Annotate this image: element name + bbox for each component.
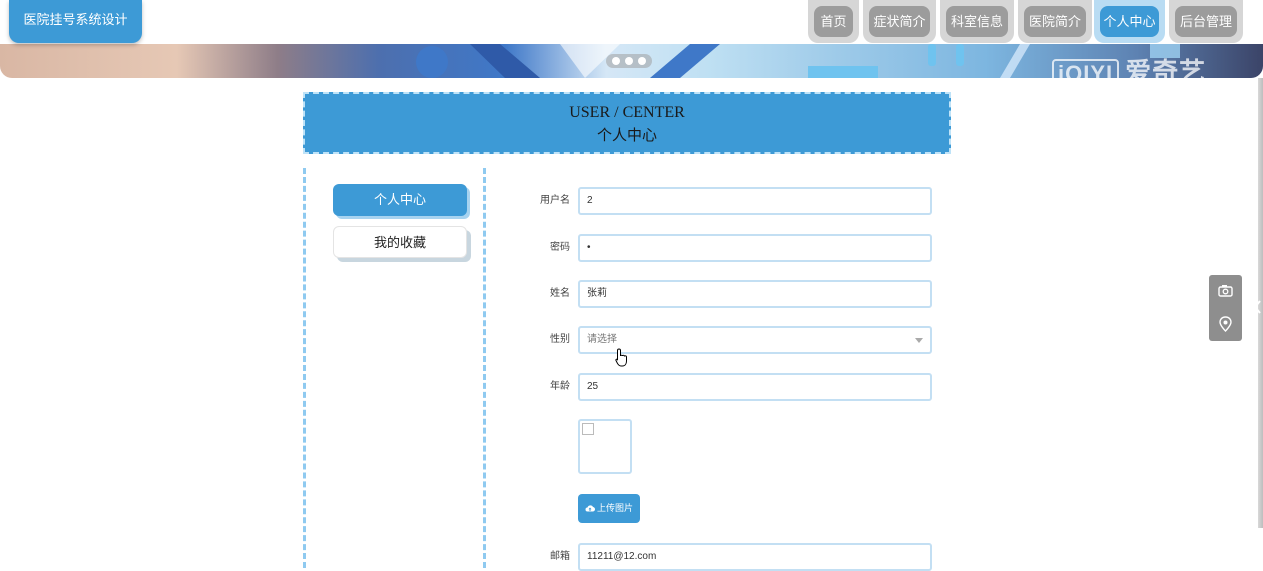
email-label: 邮箱 <box>550 551 570 562</box>
cloud-upload-icon <box>585 505 595 512</box>
name-label: 姓名 <box>550 288 570 299</box>
nav-item-symptoms[interactable]: 症状简介 <box>863 0 936 43</box>
upload-image-button[interactable]: 上传图片 <box>578 494 640 523</box>
camera-button[interactable] <box>1209 275 1242 308</box>
upload-button-label: 上传图片 <box>596 503 633 513</box>
nav-item-admin[interactable]: 后台管理 <box>1169 0 1243 43</box>
site-title[interactable]: 医院挂号系统设计 <box>9 0 142 43</box>
watermark: iQIYI 爱奇艺 <box>1052 52 1206 78</box>
hand-cursor-icon <box>615 348 627 367</box>
gender-select-placeholder: 请选择 <box>587 334 617 345</box>
camera-icon <box>1218 285 1233 297</box>
location-button[interactable] <box>1209 308 1242 341</box>
password-row: 密码 • <box>520 234 940 262</box>
username-label: 用户名 <box>540 195 570 206</box>
nav-item-label: 医院简介 <box>1024 6 1086 37</box>
sidebar: 个人中心 我的收藏 <box>303 168 486 568</box>
floating-toolbar <box>1209 275 1242 341</box>
chevron-left-icon[interactable] <box>1252 299 1262 315</box>
carousel-indicator[interactable] <box>606 54 652 68</box>
page-title-en: USER / CENTER <box>569 104 685 121</box>
carousel-dot[interactable] <box>638 57 646 65</box>
name-field[interactable]: 张莉 <box>578 280 932 308</box>
nav-item-user-center[interactable]: 个人中心 <box>1094 0 1165 43</box>
broken-image-icon <box>582 423 594 435</box>
username-row: 用户名 2 <box>520 187 940 215</box>
sidebar-item-user-center[interactable]: 个人中心 <box>333 184 467 216</box>
email-field[interactable]: 11211@12.com <box>578 543 932 571</box>
email-row: 邮箱 11211@12.com <box>520 543 940 571</box>
carousel-dot[interactable] <box>612 57 620 65</box>
watermark-text: 爱奇艺 <box>1125 57 1207 78</box>
password-label: 密码 <box>550 242 570 253</box>
nav-item-label: 后台管理 <box>1175 6 1237 37</box>
nav-item-label: 个人中心 <box>1100 6 1159 37</box>
page-header: USER / CENTER 个人中心 <box>303 92 951 154</box>
nav-item-label: 症状简介 <box>869 6 930 37</box>
gender-select[interactable]: 请选择 <box>578 326 932 354</box>
password-field[interactable]: • <box>578 234 932 262</box>
age-field[interactable]: 25 <box>578 373 932 401</box>
avatar-preview <box>578 419 632 474</box>
nav-item-label: 首页 <box>814 6 853 37</box>
gender-row: 性别 请选择 <box>520 326 940 354</box>
location-icon <box>1219 316 1232 332</box>
carousel-dot[interactable] <box>625 57 633 65</box>
name-row: 姓名 张莉 <box>520 280 940 308</box>
sidebar-item-favorites[interactable]: 我的收藏 <box>333 226 467 258</box>
watermark-logo: iQIYI <box>1052 59 1120 78</box>
nav-item-label: 科室信息 <box>946 6 1008 37</box>
nav-item-departments[interactable]: 科室信息 <box>940 0 1014 43</box>
nav-item-home[interactable]: 首页 <box>808 0 859 43</box>
username-field[interactable]: 2 <box>578 187 932 215</box>
age-label: 年龄 <box>550 381 570 392</box>
nav-item-hospital-intro[interactable]: 医院简介 <box>1018 0 1092 43</box>
page-title-cn: 个人中心 <box>596 127 657 144</box>
gender-label: 性别 <box>550 334 570 345</box>
chevron-down-icon <box>915 338 923 343</box>
age-row: 年龄 25 <box>520 373 940 401</box>
